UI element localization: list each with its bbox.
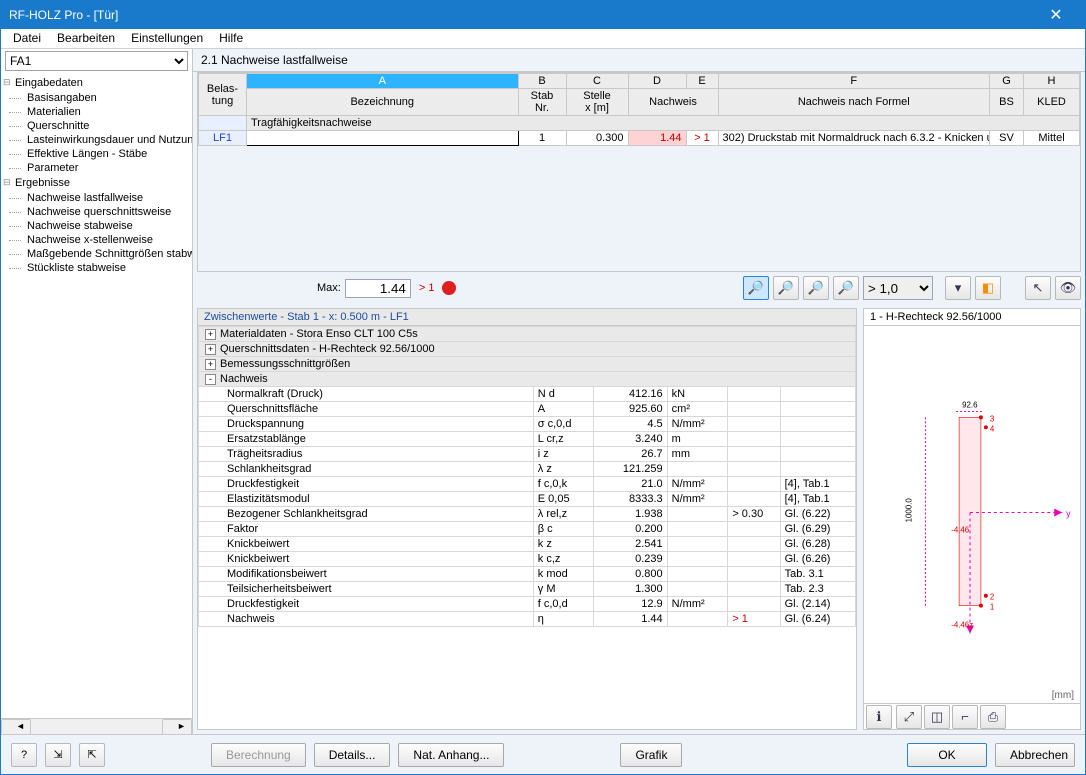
col-a[interactable]: A bbox=[247, 74, 519, 89]
svg-text:1: 1 bbox=[990, 603, 995, 612]
grid-data-row[interactable]: LF1 1 0.300 1.44 > 1 302) Druckstab mit … bbox=[199, 131, 1080, 146]
main-panel: 2.1 Nachweise lastfallweise Belas-tung A… bbox=[193, 49, 1085, 734]
filter-d-button[interactable]: 🔎 bbox=[833, 276, 859, 300]
svg-text:4: 4 bbox=[990, 424, 995, 433]
svg-text:3: 3 bbox=[990, 414, 995, 423]
nav-basisangaben[interactable]: Basisangaben bbox=[1, 91, 192, 105]
details-table[interactable]: +Materialdaten - Stora Enso CLT 100 C5s … bbox=[198, 326, 856, 627]
svg-text:y: y bbox=[1066, 508, 1071, 518]
grid-group-row: Tragfähigkeitsnachweise bbox=[199, 116, 1080, 131]
case-selector[interactable]: FA1 bbox=[5, 51, 188, 71]
section-title: 2.1 Nachweise lastfallweise bbox=[193, 49, 1085, 72]
section-preview: 1 - H-Rechteck 92.56/1000 92.6 1000.0 y bbox=[863, 308, 1081, 730]
ratio-filter-select[interactable]: > 1,0 bbox=[863, 276, 933, 300]
menu-edit[interactable]: Bearbeiten bbox=[49, 29, 123, 48]
col-d[interactable]: D bbox=[628, 74, 686, 89]
svg-text:1000.0: 1000.0 bbox=[905, 498, 914, 523]
preview-canvas[interactable]: 92.6 1000.0 y 3 4 bbox=[864, 326, 1080, 703]
col-e[interactable]: E bbox=[686, 74, 718, 89]
view-axes-button[interactable]: ⌐ bbox=[952, 705, 978, 729]
nav-parameter[interactable]: Parameter bbox=[1, 161, 192, 175]
nav-lasteinwirkung[interactable]: Lasteinwirkungsdauer und Nutzungsklasse bbox=[1, 133, 192, 147]
nav-tree: Eingabedaten Basisangaben Materialien Qu… bbox=[1, 73, 192, 718]
tree-group-results[interactable]: Ergebnisse bbox=[1, 175, 192, 191]
pick-button[interactable]: ↖ bbox=[1025, 276, 1051, 300]
calc-button[interactable]: Berechnung bbox=[211, 743, 306, 767]
grid-toolbar: Max: > 1 🔎 🔎 🔎 🔎 > 1,0 ▾ ◧ ↖ 👁 bbox=[197, 276, 1081, 300]
nav-nw-querschnitt[interactable]: Nachweise querschnittsweise bbox=[1, 205, 192, 219]
nav-stueckliste[interactable]: Stückliste stabweise bbox=[1, 261, 192, 275]
tree-group-input[interactable]: Eingabedaten bbox=[1, 75, 192, 91]
menu-settings[interactable]: Einstellungen bbox=[123, 29, 211, 48]
footer: ? ⇲ ⇱ Berechnung Details... Nat. Anhang.… bbox=[1, 734, 1085, 774]
max-flag: > 1 bbox=[415, 282, 439, 294]
filter-b-button[interactable]: 🔎 bbox=[773, 276, 799, 300]
export-b-button[interactable]: ⇱ bbox=[79, 743, 105, 767]
details-panel: Zwischenwerte - Stab 1 - x: 0.500 m - LF… bbox=[197, 308, 857, 730]
col-c[interactable]: C bbox=[566, 74, 628, 89]
grafik-button[interactable]: Grafik bbox=[620, 743, 682, 767]
eye-button[interactable]: 👁 bbox=[1055, 276, 1081, 300]
title-bar: RF-HOLZ Pro - [Tür] ✕ bbox=[1, 1, 1085, 29]
max-value-input[interactable] bbox=[345, 279, 411, 298]
col-h[interactable]: H bbox=[1024, 74, 1080, 89]
funnel-button[interactable]: ▾ bbox=[945, 276, 971, 300]
collapse-icon[interactable]: - bbox=[205, 374, 216, 385]
expand-icon[interactable]: + bbox=[205, 329, 216, 340]
col-f[interactable]: F bbox=[718, 74, 990, 89]
svg-text:-4.46: -4.46 bbox=[951, 525, 970, 534]
expand-icon[interactable]: + bbox=[205, 359, 216, 370]
col-g[interactable]: G bbox=[990, 74, 1024, 89]
details-button[interactable]: Details... bbox=[314, 743, 391, 767]
expand-icon[interactable]: + bbox=[205, 344, 216, 355]
close-button[interactable]: ✕ bbox=[1033, 1, 1079, 29]
zoom-extents-button[interactable]: ⤢ bbox=[896, 705, 922, 729]
preview-unit: [mm] bbox=[1052, 690, 1074, 701]
export-a-button[interactable]: ⇲ bbox=[45, 743, 71, 767]
print-button[interactable]: ⎙ bbox=[980, 705, 1006, 729]
cancel-button[interactable]: Abbrechen bbox=[995, 743, 1075, 767]
nav-nw-xstelle[interactable]: Nachweise x-stellenweise bbox=[1, 233, 192, 247]
ok-button[interactable]: OK bbox=[907, 743, 987, 767]
menu-help[interactable]: Hilfe bbox=[211, 29, 251, 48]
nav-querschnitte[interactable]: Querschnitte bbox=[1, 119, 192, 133]
menu-bar: Datei Bearbeiten Einstellungen Hilfe bbox=[1, 29, 1085, 49]
nav-schnittgroessen[interactable]: Maßgebende Schnittgrößen stabweise bbox=[1, 247, 192, 261]
view-iso-button[interactable]: ◫ bbox=[924, 705, 950, 729]
help-button[interactable]: ? bbox=[11, 743, 37, 767]
colormap-button[interactable]: ◧ bbox=[975, 276, 1001, 300]
nav-materialien[interactable]: Materialien bbox=[1, 105, 192, 119]
svg-text:2: 2 bbox=[990, 593, 994, 602]
filter-c-button[interactable]: 🔎 bbox=[803, 276, 829, 300]
svg-text:-4.46z: -4.46z bbox=[951, 620, 973, 629]
filter-a-button[interactable]: 🔎 bbox=[743, 276, 769, 300]
max-label: Max: bbox=[317, 282, 341, 294]
menu-file[interactable]: Datei bbox=[5, 29, 49, 48]
nat-anhang-button[interactable]: Nat. Anhang... bbox=[398, 743, 504, 767]
details-header: Zwischenwerte - Stab 1 - x: 0.500 m - LF… bbox=[198, 309, 856, 326]
nav-eff-laengen[interactable]: Effektive Längen - Stäbe bbox=[1, 147, 192, 161]
svg-text:92.6: 92.6 bbox=[962, 400, 978, 409]
col-b[interactable]: B bbox=[518, 74, 566, 89]
window-title: RF-HOLZ Pro - [Tür] bbox=[9, 8, 118, 22]
results-grid[interactable]: Belas-tung A B C D E F G H Bezeichnung S… bbox=[197, 72, 1081, 272]
nav-nw-lastfall[interactable]: Nachweise lastfallweise bbox=[1, 191, 192, 205]
info-button[interactable]: ℹ bbox=[866, 705, 892, 729]
sidebar: FA1 Eingabedaten Basisangaben Materialie… bbox=[1, 49, 193, 734]
nav-nw-stab[interactable]: Nachweise stabweise bbox=[1, 219, 192, 233]
sidebar-hscroll[interactable]: ◄ ► bbox=[1, 718, 192, 734]
fail-face-icon bbox=[442, 281, 456, 295]
preview-toolbar: ℹ ⤢ ◫ ⌐ ⎙ bbox=[864, 703, 1080, 729]
preview-header: 1 - H-Rechteck 92.56/1000 bbox=[864, 309, 1080, 326]
